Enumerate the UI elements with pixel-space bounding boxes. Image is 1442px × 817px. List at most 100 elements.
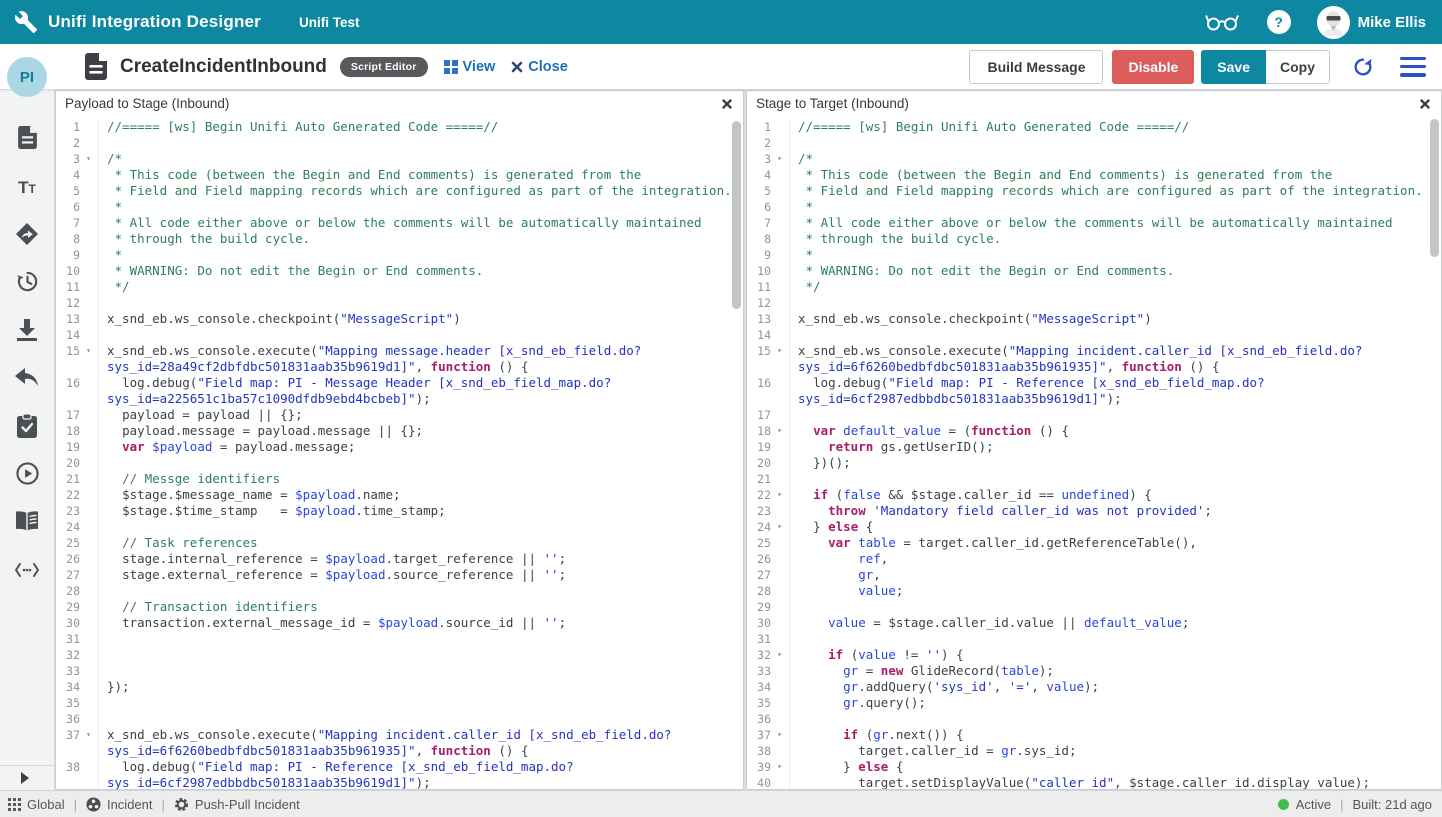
code-line[interactable]: 16 log.debug("Field map: PI - Reference …: [747, 375, 1441, 407]
sidebar-item-undo[interactable]: [0, 356, 55, 404]
code-text[interactable]: */: [98, 279, 743, 295]
disable-button[interactable]: Disable: [1112, 50, 1194, 84]
code-text[interactable]: *: [789, 199, 1441, 215]
code-text[interactable]: [789, 711, 1441, 727]
code-line[interactable]: 7 * All code either above or below the c…: [747, 215, 1441, 231]
code-text[interactable]: [98, 519, 743, 535]
sidebar-expand-button[interactable]: [0, 765, 55, 790]
code-text[interactable]: payload.message = payload.message || {};: [98, 423, 743, 439]
code-text[interactable]: })();: [789, 455, 1441, 471]
sidebar-item-code[interactable]: [0, 548, 55, 596]
code-line[interactable]: 6 *: [56, 199, 743, 215]
code-line[interactable]: 14: [747, 327, 1441, 343]
code-line[interactable]: 36: [747, 711, 1441, 727]
code-line[interactable]: 11 */: [56, 279, 743, 295]
code-line[interactable]: 16 log.debug("Field map: PI - Message He…: [56, 375, 743, 407]
code-line[interactable]: 38 log.debug("Field map: PI - Reference …: [56, 759, 743, 789]
save-button[interactable]: Save: [1201, 50, 1266, 84]
code-text[interactable]: throw 'Mandatory field caller_id was not…: [789, 503, 1441, 519]
sidebar-item-tasks[interactable]: [0, 404, 55, 452]
code-line[interactable]: 33 gr = new GlideRecord(table);: [747, 663, 1441, 679]
code-editor[interactable]: 1//===== [ws] Begin Unifi Auto Generated…: [747, 116, 1441, 789]
code-text[interactable]: });: [98, 679, 743, 695]
code-line[interactable]: 17 payload = payload || {};: [56, 407, 743, 423]
fold-toggle-icon[interactable]: ▾: [771, 727, 788, 743]
code-text[interactable]: if (false && $stage.caller_id == undefin…: [789, 487, 1441, 503]
code-text[interactable]: // Transaction identifiers: [98, 599, 743, 615]
code-text[interactable]: [98, 647, 743, 663]
code-line[interactable]: 25 // Task references: [56, 535, 743, 551]
code-text[interactable]: value = $stage.caller_id.value || defaul…: [789, 615, 1441, 631]
sidebar-item-document[interactable]: [0, 116, 55, 164]
code-text[interactable]: [98, 711, 743, 727]
code-line[interactable]: 32: [56, 647, 743, 663]
code-line[interactable]: 34 gr.addQuery('sys_id', '=', value);: [747, 679, 1441, 695]
code-text[interactable]: [789, 471, 1441, 487]
code-text[interactable]: [98, 631, 743, 647]
code-text[interactable]: // Task references: [98, 535, 743, 551]
code-line[interactable]: 19 return gs.getUserID();: [747, 439, 1441, 455]
code-text[interactable]: gr.query();: [789, 695, 1441, 711]
fold-toggle-icon[interactable]: ▾: [771, 647, 788, 663]
code-line[interactable]: 26 stage.internal_reference = $payload.t…: [56, 551, 743, 567]
code-line[interactable]: 37▾x_snd_eb.ws_console.execute("Mapping …: [56, 727, 743, 759]
code-line[interactable]: 1//===== [ws] Begin Unifi Auto Generated…: [747, 119, 1441, 135]
code-text[interactable]: if (value != '') {: [789, 647, 1441, 663]
code-line[interactable]: 29: [747, 599, 1441, 615]
code-text[interactable]: stage.external_reference = $payload.sour…: [98, 567, 743, 583]
code-line[interactable]: 37▾ if (gr.next()) {: [747, 727, 1441, 743]
sidebar-item-text[interactable]: TT: [0, 164, 55, 212]
code-line[interactable]: 24▾ } else {: [747, 519, 1441, 535]
code-text[interactable]: var default_value = (function () {: [789, 423, 1441, 439]
code-text[interactable]: * through the build cycle.: [98, 231, 743, 247]
code-text[interactable]: } else {: [789, 759, 1441, 775]
code-text[interactable]: //===== [ws] Begin Unifi Auto Generated …: [789, 119, 1441, 135]
code-text[interactable]: * through the build cycle.: [789, 231, 1441, 247]
code-line[interactable]: 40 target.setDisplayValue("caller_id", $…: [747, 775, 1441, 789]
context-name[interactable]: Unifi Test: [299, 15, 360, 30]
scrollbar-thumb[interactable]: [732, 121, 741, 309]
code-line[interactable]: 14: [56, 327, 743, 343]
code-line[interactable]: 20 })();: [747, 455, 1441, 471]
code-text[interactable]: [789, 631, 1441, 647]
integration-link[interactable]: Incident: [86, 797, 153, 812]
code-text[interactable]: *: [789, 247, 1441, 263]
code-text[interactable]: [98, 455, 743, 471]
code-line[interactable]: 39▾ } else {: [747, 759, 1441, 775]
code-text[interactable]: [789, 135, 1441, 151]
code-text[interactable]: [789, 407, 1441, 423]
code-editor[interactable]: 1//===== [ws] Begin Unifi Auto Generated…: [56, 116, 743, 789]
scrollbar-thumb[interactable]: [1430, 119, 1439, 257]
code-text[interactable]: [98, 583, 743, 599]
code-text[interactable]: x_snd_eb.ws_console.checkpoint("MessageS…: [789, 311, 1441, 327]
avatar[interactable]: [1317, 6, 1350, 39]
panel-close-icon[interactable]: [1418, 97, 1432, 111]
code-line[interactable]: 3▾/*: [56, 151, 743, 167]
code-line[interactable]: 34});: [56, 679, 743, 695]
code-line[interactable]: 30 value = $stage.caller_id.value || def…: [747, 615, 1441, 631]
code-text[interactable]: * WARNING: Do not edit the Begin or End …: [98, 263, 743, 279]
code-line[interactable]: 33: [56, 663, 743, 679]
fold-toggle-icon[interactable]: ▾: [771, 759, 788, 775]
code-line[interactable]: 5 * Field and Field mapping records whic…: [747, 183, 1441, 199]
code-line[interactable]: 4 * This code (between the Begin and End…: [747, 167, 1441, 183]
code-text[interactable]: [789, 599, 1441, 615]
code-line[interactable]: 17: [747, 407, 1441, 423]
code-text[interactable]: *: [98, 247, 743, 263]
sidebar-item-import[interactable]: [0, 308, 55, 356]
code-text[interactable]: * This code (between the Begin and End c…: [98, 167, 743, 183]
code-text[interactable]: return gs.getUserID();: [789, 439, 1441, 455]
code-text[interactable]: target.setDisplayValue("caller_id", $sta…: [789, 775, 1441, 789]
code-line[interactable]: 15▾x_snd_eb.ws_console.execute("Mapping …: [747, 343, 1441, 375]
code-line[interactable]: 38 target.caller_id = gr.sys_id;: [747, 743, 1441, 759]
fold-toggle-icon[interactable]: ▾: [80, 343, 97, 375]
code-line[interactable]: 19 var $payload = payload.message;: [56, 439, 743, 455]
code-text[interactable]: * Field and Field mapping records which …: [98, 183, 743, 199]
wrench-icon[interactable]: [14, 10, 38, 34]
code-line[interactable]: 28 value;: [747, 583, 1441, 599]
code-text[interactable]: x_snd_eb.ws_console.checkpoint("MessageS…: [98, 311, 743, 327]
code-line[interactable]: 35: [56, 695, 743, 711]
view-button[interactable]: View: [444, 59, 496, 75]
code-text[interactable]: log.debug("Field map: PI - Message Heade…: [98, 375, 743, 407]
code-line[interactable]: 7 * All code either above or below the c…: [56, 215, 743, 231]
